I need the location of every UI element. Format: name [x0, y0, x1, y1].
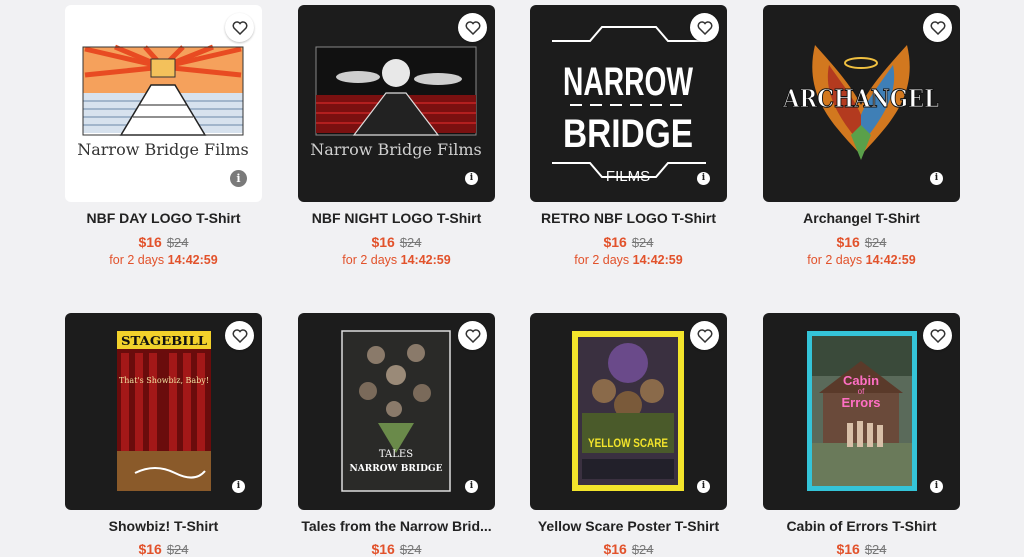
price-row: $16 $24 — [65, 541, 262, 557]
favorite-button[interactable] — [225, 13, 254, 42]
original-price: $24 — [631, 235, 654, 250]
heart-icon — [930, 20, 945, 35]
product-image[interactable]: YELLOW SCARE i — [530, 313, 727, 510]
art-caption: ARCHANGEL — [782, 84, 939, 113]
art-line-1: Cabin — [843, 373, 879, 388]
product-image[interactable]: ARCHANGEL i — [763, 5, 960, 202]
art-line-3: FILMS — [606, 168, 650, 185]
art-line-2: BRIDGE — [563, 112, 693, 156]
heart-icon — [232, 20, 247, 35]
timer-prefix: for 2 days — [109, 253, 165, 267]
product-image[interactable]: Cabin of Errors i — [763, 313, 960, 510]
favorite-button[interactable] — [690, 321, 719, 350]
info-icon[interactable]: i — [930, 172, 943, 185]
price-row: $16 $24 — [65, 234, 262, 250]
info-icon[interactable]: i — [230, 170, 247, 187]
sale-price: $16 — [371, 541, 395, 557]
original-price: $24 — [166, 542, 189, 557]
sale-timer: for 2 days 14:42:59 — [298, 253, 495, 267]
timer-countdown: 14:42:59 — [400, 253, 451, 267]
heart-icon — [465, 20, 480, 35]
product-image[interactable]: Narrow Bridge Films i — [65, 5, 262, 202]
price-row: $16 $24 — [530, 234, 727, 250]
sale-price: $16 — [138, 541, 162, 557]
product-image[interactable]: Narrow Bridge Films i — [298, 5, 495, 202]
price-row: $16 $24 — [763, 234, 960, 250]
product-title[interactable]: Archangel T-Shirt — [763, 210, 960, 226]
favorite-button[interactable] — [923, 13, 952, 42]
heart-icon — [465, 328, 480, 343]
favorite-button[interactable] — [225, 321, 254, 350]
product-title[interactable]: Showbiz! T-Shirt — [65, 518, 262, 534]
info-icon[interactable]: i — [465, 480, 478, 493]
sale-timer: for 2 days 14:42:59 — [763, 253, 960, 267]
art-line-1: TALES — [379, 449, 413, 460]
product-title[interactable]: NBF NIGHT LOGO T-Shirt — [298, 210, 495, 226]
price-row: $16 $24 — [763, 541, 960, 557]
timer-prefix: for 2 days — [807, 253, 863, 267]
info-icon[interactable]: i — [697, 172, 710, 185]
original-price: $24 — [864, 542, 887, 557]
product-title[interactable]: RETRO NBF LOGO T-Shirt — [530, 210, 727, 226]
product-grid: Narrow Bridge Films i NBF DAY LOGO T-Shi… — [0, 0, 1024, 557]
sale-price: $16 — [836, 234, 860, 250]
favorite-button[interactable] — [458, 321, 487, 350]
original-price: $24 — [864, 235, 887, 250]
sale-price: $16 — [371, 234, 395, 250]
art-caption: YELLOW SCARE — [588, 436, 668, 450]
info-icon[interactable]: i — [930, 480, 943, 493]
timer-countdown: 14:42:59 — [865, 253, 916, 267]
original-price: $24 — [166, 235, 189, 250]
favorite-button[interactable] — [690, 13, 719, 42]
product-image[interactable]: TALES NARROW BRIDGE i — [298, 313, 495, 510]
art-caption: Narrow Bridge Films — [310, 140, 482, 159]
original-price: $24 — [631, 542, 654, 557]
sale-price: $16 — [138, 234, 162, 250]
product-title[interactable]: Yellow Scare Poster T-Shirt — [530, 518, 727, 534]
price-row: $16 $24 — [530, 541, 727, 557]
info-icon[interactable]: i — [697, 480, 710, 493]
original-price: $24 — [399, 542, 422, 557]
heart-icon — [697, 328, 712, 343]
favorite-button[interactable] — [923, 321, 952, 350]
sale-price: $16 — [603, 541, 627, 557]
timer-prefix: for 2 days — [342, 253, 398, 267]
sale-timer: for 2 days 14:42:59 — [530, 253, 727, 267]
art-line-1: STAGEBILL — [121, 334, 208, 348]
favorite-button[interactable] — [458, 13, 487, 42]
art-line-2: NARROW BRIDGE — [350, 464, 443, 474]
art-caption: Narrow Bridge Films — [77, 140, 249, 159]
price-row: $16 $24 — [298, 541, 495, 557]
product-image[interactable]: STAGEBILL That's Showbiz, Baby! i — [65, 313, 262, 510]
art-line-2: That's Showbiz, Baby! — [119, 376, 209, 385]
product-image[interactable]: NARROW BRIDGE FILMS i — [530, 5, 727, 202]
original-price: $24 — [399, 235, 422, 250]
info-icon[interactable]: i — [232, 480, 245, 493]
sale-timer: for 2 days 14:42:59 — [65, 253, 262, 267]
art-line-3: Errors — [841, 395, 880, 410]
price-row: $16 $24 — [298, 234, 495, 250]
product-title[interactable]: Cabin of Errors T-Shirt — [763, 518, 960, 534]
sale-price: $16 — [836, 541, 860, 557]
timer-prefix: for 2 days — [574, 253, 630, 267]
art-line-1: NARROW — [563, 60, 693, 104]
timer-countdown: 14:42:59 — [632, 253, 683, 267]
product-title[interactable]: NBF DAY LOGO T-Shirt — [65, 210, 262, 226]
timer-countdown: 14:42:59 — [167, 253, 218, 267]
heart-icon — [232, 328, 247, 343]
product-title[interactable]: Tales from the Narrow Brid... — [298, 518, 495, 534]
sale-price: $16 — [603, 234, 627, 250]
heart-icon — [930, 328, 945, 343]
info-icon[interactable]: i — [465, 172, 478, 185]
heart-icon — [697, 20, 712, 35]
